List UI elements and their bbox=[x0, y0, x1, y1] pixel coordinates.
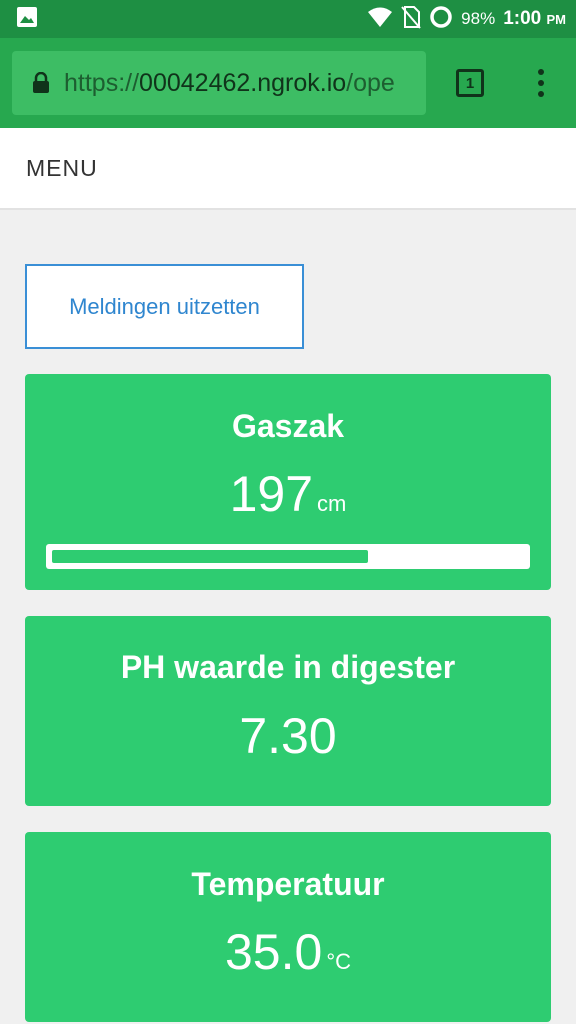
card-value: 35.0 bbox=[224, 924, 323, 980]
card-title: Gaszak bbox=[231, 408, 345, 444]
url-path: /ope bbox=[346, 68, 395, 97]
url-host: 00042462.ngrok.io bbox=[139, 68, 347, 97]
card-value-row: 35.0 °C bbox=[25, 923, 551, 981]
tab-switcher-button[interactable]: 1 bbox=[456, 69, 484, 97]
card-value-row: 197 cm bbox=[25, 465, 551, 523]
site-header: MENU bbox=[0, 128, 576, 210]
card-title: Temperatuur bbox=[191, 866, 385, 902]
gallery-notification-icon bbox=[16, 6, 38, 33]
card-title: PH waarde in digester bbox=[120, 649, 456, 685]
menu-link[interactable]: MENU bbox=[26, 155, 98, 182]
ph-card: PH waarde in digester 7.30 bbox=[25, 616, 551, 806]
no-sim-icon bbox=[401, 5, 421, 34]
clock-time: 1:00 bbox=[503, 8, 542, 29]
clock: 1:00 PM bbox=[503, 8, 566, 30]
card-unit: cm bbox=[317, 491, 347, 516]
card-unit: °C bbox=[326, 949, 351, 974]
card-value: 197 bbox=[229, 466, 314, 522]
address-bar[interactable]: https://00042462.ngrok.io/ope bbox=[12, 51, 426, 115]
battery-ring-icon bbox=[429, 5, 453, 34]
clock-ampm: PM bbox=[546, 12, 567, 27]
gaszak-progress-bar bbox=[46, 544, 530, 569]
status-bar: 98% 1:00 PM bbox=[0, 0, 576, 38]
gaszak-card: Gaszak 197 cm bbox=[25, 374, 551, 590]
url-scheme: https:// bbox=[64, 68, 140, 97]
gaszak-progress-fill bbox=[52, 550, 368, 563]
disable-notifications-button[interactable]: Meldingen uitzetten bbox=[25, 264, 304, 349]
wifi-icon bbox=[367, 6, 393, 33]
card-value: 7.30 bbox=[239, 708, 337, 764]
temperature-card: Temperatuur 35.0 °C bbox=[25, 832, 551, 1022]
lock-icon bbox=[32, 72, 50, 94]
overflow-menu-icon[interactable] bbox=[538, 69, 544, 97]
browser-toolbar: https://00042462.ngrok.io/ope 1 bbox=[0, 38, 576, 128]
battery-percentage: 98% bbox=[461, 9, 496, 28]
